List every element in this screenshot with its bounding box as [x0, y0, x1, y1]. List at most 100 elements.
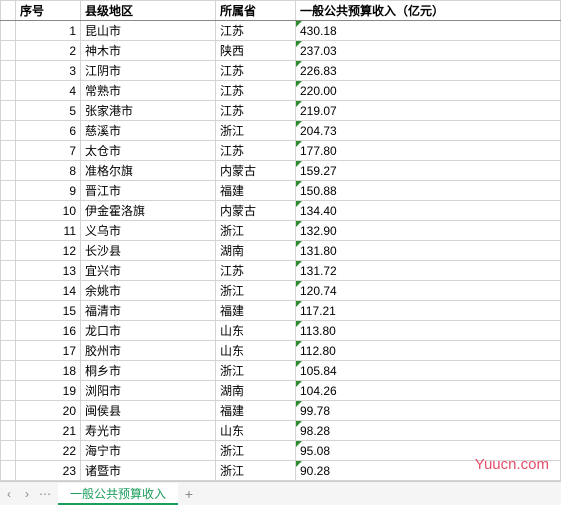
cell-index[interactable]: 18: [16, 361, 81, 381]
cell-revenue[interactable]: 131.72: [296, 261, 561, 281]
cell-index[interactable]: 2: [16, 41, 81, 61]
cell-province[interactable]: 湖南: [216, 241, 296, 261]
cell-province[interactable]: 江苏: [216, 101, 296, 121]
cell-index[interactable]: 15: [16, 301, 81, 321]
cell-index[interactable]: 19: [16, 381, 81, 401]
cell-revenue[interactable]: 159.27: [296, 161, 561, 181]
cell-province[interactable]: 浙江: [216, 281, 296, 301]
cell-revenue[interactable]: 177.80: [296, 141, 561, 161]
cell-region[interactable]: 准格尔旗: [81, 161, 216, 181]
cell-revenue[interactable]: 219.07: [296, 101, 561, 121]
cell-province[interactable]: 陕西: [216, 41, 296, 61]
cell-region[interactable]: 慈溪市: [81, 121, 216, 141]
cell-index[interactable]: 11: [16, 221, 81, 241]
add-sheet-button[interactable]: +: [178, 486, 200, 502]
cell-index[interactable]: 22: [16, 441, 81, 461]
cell-index[interactable]: 14: [16, 281, 81, 301]
cell-province[interactable]: 山东: [216, 321, 296, 341]
cell-province[interactable]: 福建: [216, 181, 296, 201]
tab-nav-more[interactable]: ⋯: [36, 487, 54, 501]
cell-province[interactable]: 山东: [216, 421, 296, 441]
cell-revenue[interactable]: 120.74: [296, 281, 561, 301]
cell-index[interactable]: 13: [16, 261, 81, 281]
cell-province[interactable]: 浙江: [216, 361, 296, 381]
cell-province[interactable]: 山东: [216, 341, 296, 361]
cell-province[interactable]: 内蒙古: [216, 161, 296, 181]
cell-region[interactable]: 张家港市: [81, 101, 216, 121]
cell-revenue[interactable]: 134.40: [296, 201, 561, 221]
cell-province[interactable]: 福建: [216, 301, 296, 321]
cell-revenue[interactable]: 150.88: [296, 181, 561, 201]
cell-index[interactable]: 17: [16, 341, 81, 361]
cell-province[interactable]: 江苏: [216, 141, 296, 161]
cell-region[interactable]: 海宁市: [81, 441, 216, 461]
cell-revenue[interactable]: 117.21: [296, 301, 561, 321]
cell-index[interactable]: 16: [16, 321, 81, 341]
header-revenue[interactable]: 一般公共预算收入（亿元）: [296, 1, 561, 21]
cell-province[interactable]: 浙江: [216, 461, 296, 481]
cell-region[interactable]: 江阴市: [81, 61, 216, 81]
cell-revenue[interactable]: 113.80: [296, 321, 561, 341]
cell-province[interactable]: 江苏: [216, 21, 296, 41]
cell-region[interactable]: 寿光市: [81, 421, 216, 441]
cell-region[interactable]: 太仓市: [81, 141, 216, 161]
sheet-tab-active[interactable]: 一般公共预算收入: [58, 483, 178, 505]
cell-index[interactable]: 7: [16, 141, 81, 161]
header-index[interactable]: 序号: [16, 1, 81, 21]
cell-region[interactable]: 余姚市: [81, 281, 216, 301]
cell-region[interactable]: 宜兴市: [81, 261, 216, 281]
cell-index[interactable]: 21: [16, 421, 81, 441]
cell-revenue[interactable]: 204.73: [296, 121, 561, 141]
tab-nav-prev[interactable]: ‹: [0, 487, 18, 501]
cell-index[interactable]: 4: [16, 81, 81, 101]
cell-region[interactable]: 胶州市: [81, 341, 216, 361]
cell-index[interactable]: 5: [16, 101, 81, 121]
cell-region[interactable]: 闽侯县: [81, 401, 216, 421]
cell-region[interactable]: 晋江市: [81, 181, 216, 201]
cell-index[interactable]: 8: [16, 161, 81, 181]
cell-region[interactable]: 桐乡市: [81, 361, 216, 381]
cell-revenue[interactable]: 237.03: [296, 41, 561, 61]
cell-region[interactable]: 长沙县: [81, 241, 216, 261]
cell-region[interactable]: 诸暨市: [81, 461, 216, 481]
cell-province[interactable]: 江苏: [216, 61, 296, 81]
cell-revenue[interactable]: 99.78: [296, 401, 561, 421]
cell-region[interactable]: 龙口市: [81, 321, 216, 341]
cell-province[interactable]: 内蒙古: [216, 201, 296, 221]
cell-revenue[interactable]: 104.26: [296, 381, 561, 401]
cell-index[interactable]: 1: [16, 21, 81, 41]
cell-index[interactable]: 9: [16, 181, 81, 201]
data-table[interactable]: 序号 县级地区 所属省 一般公共预算收入（亿元） 1昆山市江苏430.182神木…: [0, 0, 561, 481]
tab-nav-next[interactable]: ›: [18, 487, 36, 501]
cell-index[interactable]: 12: [16, 241, 81, 261]
cell-province[interactable]: 浙江: [216, 121, 296, 141]
cell-revenue[interactable]: 430.18: [296, 21, 561, 41]
cell-province[interactable]: 浙江: [216, 221, 296, 241]
cell-province[interactable]: 江苏: [216, 261, 296, 281]
cell-province[interactable]: 江苏: [216, 81, 296, 101]
cell-index[interactable]: 20: [16, 401, 81, 421]
cell-revenue[interactable]: 132.90: [296, 221, 561, 241]
cell-region[interactable]: 昆山市: [81, 21, 216, 41]
cell-region[interactable]: 福清市: [81, 301, 216, 321]
cell-region[interactable]: 常熟市: [81, 81, 216, 101]
cell-revenue[interactable]: 112.80: [296, 341, 561, 361]
cell-revenue[interactable]: 105.84: [296, 361, 561, 381]
cell-province[interactable]: 浙江: [216, 441, 296, 461]
cell-region[interactable]: 浏阳市: [81, 381, 216, 401]
header-region[interactable]: 县级地区: [81, 1, 216, 21]
header-province[interactable]: 所属省: [216, 1, 296, 21]
cell-region[interactable]: 神木市: [81, 41, 216, 61]
cell-province[interactable]: 湖南: [216, 381, 296, 401]
cell-revenue[interactable]: 98.28: [296, 421, 561, 441]
cell-region[interactable]: 伊金霍洛旗: [81, 201, 216, 221]
cell-province[interactable]: 福建: [216, 401, 296, 421]
cell-revenue[interactable]: 131.80: [296, 241, 561, 261]
cell-index[interactable]: 10: [16, 201, 81, 221]
cell-region[interactable]: 义乌市: [81, 221, 216, 241]
cell-revenue[interactable]: 226.83: [296, 61, 561, 81]
cell-index[interactable]: 3: [16, 61, 81, 81]
cell-revenue[interactable]: 220.00: [296, 81, 561, 101]
cell-index[interactable]: 23: [16, 461, 81, 481]
cell-index[interactable]: 6: [16, 121, 81, 141]
